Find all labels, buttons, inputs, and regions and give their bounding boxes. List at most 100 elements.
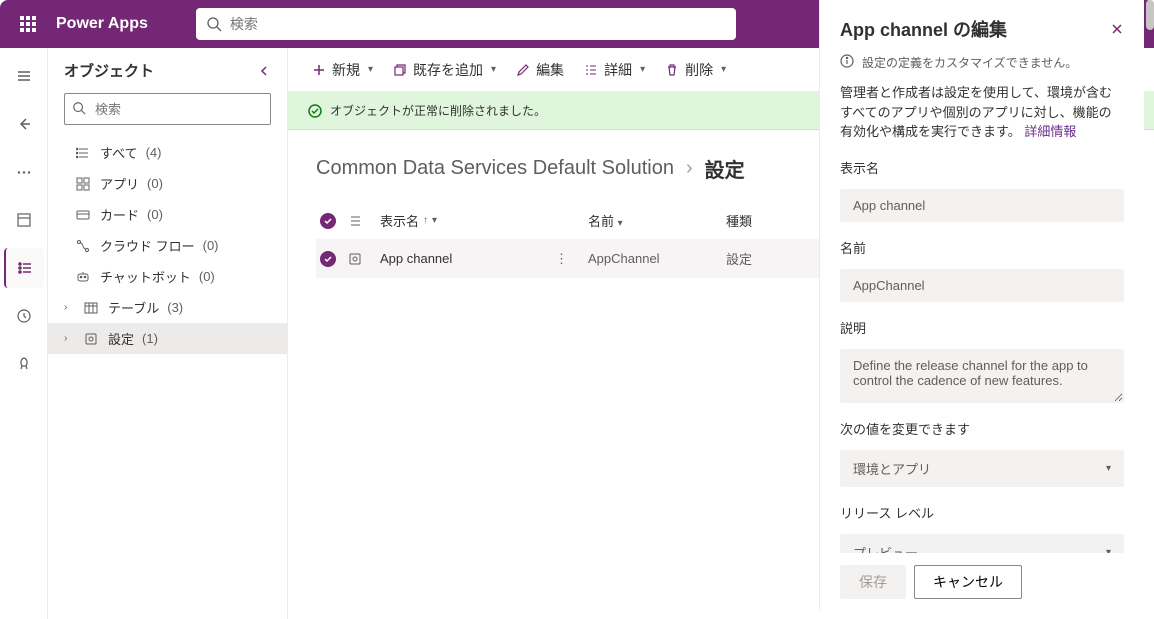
select-all-checkbox[interactable] xyxy=(316,213,340,229)
chevron-down-icon: ▾ xyxy=(721,64,726,75)
cmd-label: 既存を追加 xyxy=(413,60,483,80)
rail-back[interactable] xyxy=(4,104,44,144)
cmd-label: 詳細 xyxy=(604,60,632,80)
field-release-select[interactable]: プレビュー ▾ xyxy=(840,534,1124,554)
panel-footer: 保存 キャンセル xyxy=(820,553,1144,611)
row-more-button[interactable]: ⋮ xyxy=(555,251,568,267)
tree-item-count: (1) xyxy=(142,331,158,346)
field-description xyxy=(840,349,1124,403)
rail-history[interactable] xyxy=(4,296,44,336)
brand-title: Power Apps xyxy=(56,15,148,33)
col-display-name[interactable]: 表示名↑▾ xyxy=(380,211,580,230)
tree-item-apps[interactable]: アプリ (0) xyxy=(48,168,287,199)
tree-item-count: (0) xyxy=(147,176,163,191)
field-name: AppChannel xyxy=(840,269,1124,302)
tree-item-tables[interactable]: › テーブル (3) xyxy=(48,292,287,323)
chevron-down-icon: ▾ xyxy=(1106,463,1111,474)
cmd-label: 新規 xyxy=(332,60,360,80)
tree-item-label: クラウド フロー xyxy=(100,236,195,255)
more-info-link[interactable]: 詳細情報 xyxy=(1024,124,1076,139)
rail-more[interactable] xyxy=(4,152,44,192)
field-label-description: 説明 xyxy=(840,318,1124,337)
tree-item-flows[interactable]: クラウド フロー (0) xyxy=(48,230,287,261)
left-rail xyxy=(0,48,48,619)
objects-search-input[interactable] xyxy=(64,93,271,125)
panel-description: 管理者と作成者は設定を使用して、環境が含むすべてのアプリや個別のアプリに対し、機… xyxy=(840,83,1124,142)
card-icon xyxy=(76,208,92,222)
tree-item-label: テーブル xyxy=(108,298,159,317)
global-search-input[interactable] xyxy=(196,8,736,40)
tree-item-label: チャットボット xyxy=(100,267,191,286)
rail-rocket[interactable] xyxy=(4,344,44,384)
chevron-down-icon: ▾ xyxy=(618,218,623,229)
list-icon xyxy=(76,146,92,160)
tree-item-label: アプリ xyxy=(100,174,139,193)
close-panel-button[interactable] xyxy=(1110,22,1124,36)
collapse-panel-button[interactable] xyxy=(257,64,271,78)
app-icon xyxy=(76,177,92,191)
sort-asc-icon: ↑ xyxy=(423,215,428,226)
chevron-down-icon: ▾ xyxy=(491,64,496,75)
settings-icon xyxy=(84,332,100,346)
chevron-down-icon: ▾ xyxy=(432,215,437,226)
rail-overview[interactable] xyxy=(4,200,44,240)
field-label-changeable: 次の値を変更できます xyxy=(840,419,1124,438)
objects-panel-title: オブジェクト xyxy=(64,60,154,81)
flow-icon xyxy=(76,239,92,253)
plus-icon xyxy=(312,63,326,77)
rail-hamburger[interactable] xyxy=(4,56,44,96)
chevron-right-icon: › xyxy=(64,333,76,344)
table-icon xyxy=(84,301,100,315)
cmd-edit[interactable]: 編集 xyxy=(508,54,572,86)
cmd-new[interactable]: 新規 ▾ xyxy=(304,54,381,86)
cmd-delete[interactable]: 削除 ▾ xyxy=(657,54,734,86)
tree-item-label: カード xyxy=(100,205,139,224)
tree-item-settings[interactable]: › 設定 (1) xyxy=(48,323,287,354)
chevron-right-icon: › xyxy=(686,157,693,180)
field-display-name: App channel xyxy=(840,189,1124,222)
bot-icon xyxy=(76,270,92,284)
tree-item-label: 設定 xyxy=(108,329,134,348)
waffle-button[interactable] xyxy=(8,4,48,44)
objects-tree: すべて (4) アプリ (0) カード (0) クラウド フロー (0) xyxy=(48,137,287,354)
check-circle-icon xyxy=(308,104,322,118)
type-icon-column xyxy=(348,214,372,228)
waffle-icon xyxy=(20,16,36,32)
breadcrumb-solution[interactable]: Common Data Services Default Solution xyxy=(316,157,674,180)
row-checkbox[interactable] xyxy=(316,251,340,267)
details-icon xyxy=(584,63,598,77)
checked-icon xyxy=(320,213,336,229)
tree-item-label: すべて xyxy=(100,143,138,162)
search-icon xyxy=(72,101,86,115)
rail-objects[interactable] xyxy=(4,248,44,288)
tree-item-cards[interactable]: カード (0) xyxy=(48,199,287,230)
cmd-label: 編集 xyxy=(536,60,564,80)
tree-item-chatbots[interactable]: チャットボット (0) xyxy=(48,261,287,292)
objects-panel: オブジェクト すべて (4) アプリ (0) xyxy=(48,48,288,619)
tree-item-all[interactable]: すべて (4) xyxy=(48,137,287,168)
setting-icon xyxy=(348,252,372,266)
notification-text: オブジェクトが正常に削除されました。 xyxy=(330,102,546,119)
cmd-details[interactable]: 詳細 ▾ xyxy=(576,54,653,86)
field-changeable-select[interactable]: 環境とアプリ ▾ xyxy=(840,450,1124,487)
chevron-down-icon: ▾ xyxy=(640,64,645,75)
cmd-add-existing[interactable]: 既存を追加 ▾ xyxy=(385,54,504,86)
checked-icon xyxy=(320,251,336,267)
row-display-name: App channel xyxy=(380,251,452,266)
info-text: 設定の定義をカスタマイズできません。 xyxy=(862,54,1077,71)
breadcrumb-current: 設定 xyxy=(705,154,745,183)
edit-panel: App channel の編集 設定の定義をカスタマイズできません。 管理者と作… xyxy=(819,0,1144,611)
add-existing-icon xyxy=(393,63,407,77)
cmd-label: 削除 xyxy=(685,60,713,80)
col-name[interactable]: 名前 ▾ xyxy=(588,211,718,230)
cancel-button[interactable]: キャンセル xyxy=(914,565,1022,599)
delete-icon xyxy=(665,63,679,77)
col-type[interactable]: 種類 xyxy=(726,211,786,230)
global-search-wrap xyxy=(196,8,736,40)
tree-item-count: (3) xyxy=(167,300,183,315)
scrollbar-thumb[interactable] xyxy=(1146,0,1154,30)
tree-item-count: (0) xyxy=(203,238,219,253)
field-label-name: 名前 xyxy=(840,238,1124,257)
row-type: 設定 xyxy=(726,249,786,268)
save-button: 保存 xyxy=(840,565,906,599)
